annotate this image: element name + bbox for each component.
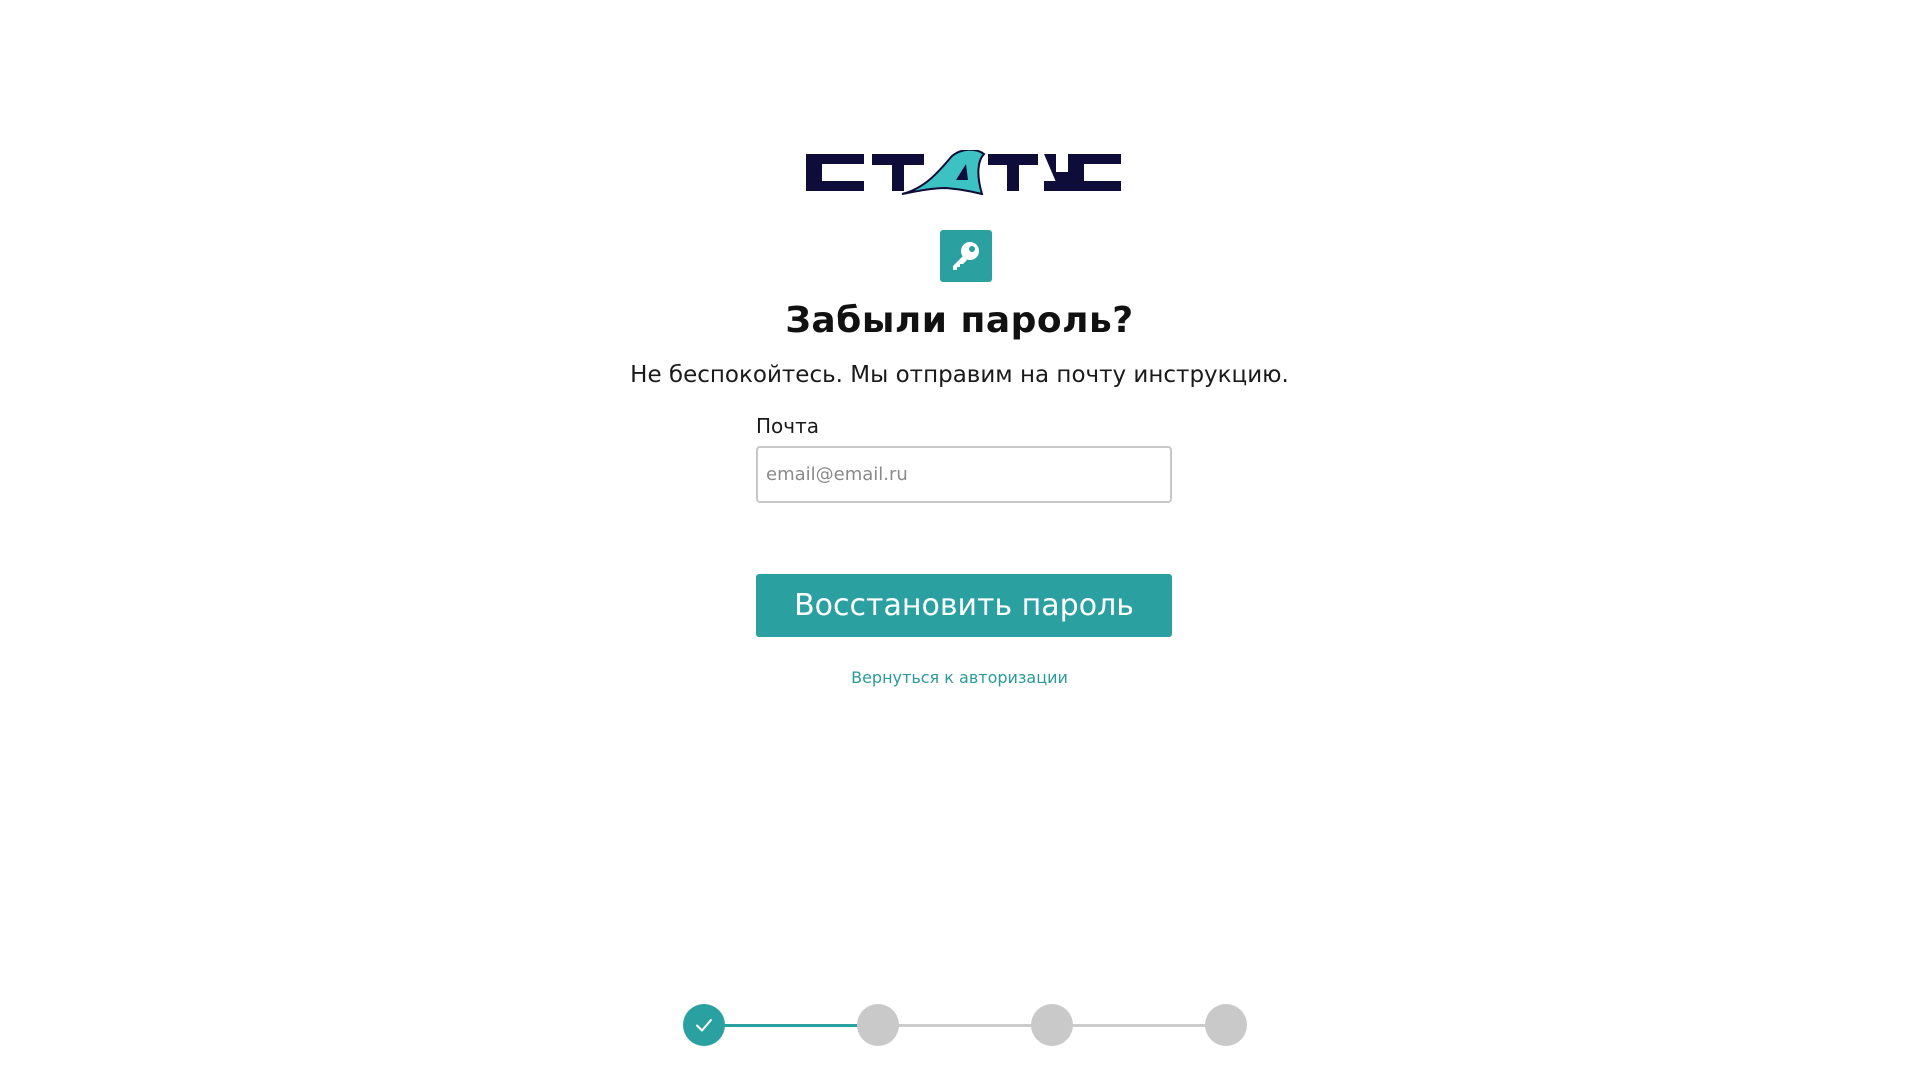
- page-title: Забыли пароль?: [785, 300, 1134, 341]
- forgot-password-page: Забыли пароль? Не беспокойтесь. Мы отпра…: [0, 0, 1919, 1079]
- step-connector-1: [723, 1024, 859, 1027]
- step-connector-3: [1071, 1024, 1207, 1027]
- key-badge: [940, 230, 992, 282]
- step-4: [1205, 1004, 1247, 1046]
- check-icon: [696, 1019, 712, 1032]
- step-1: [683, 1004, 725, 1046]
- step-2: [857, 1004, 899, 1046]
- email-field[interactable]: [756, 446, 1172, 503]
- email-label: Почта: [756, 414, 819, 438]
- key-icon: [953, 242, 979, 270]
- step-3: [1031, 1004, 1073, 1046]
- back-to-login-link[interactable]: Вернуться к авторизации: [851, 668, 1068, 687]
- status-logo: [806, 150, 1121, 195]
- step-connector-2: [897, 1024, 1033, 1027]
- restore-password-button[interactable]: Восстановить пароль: [756, 574, 1172, 637]
- back-link-wrapper: Вернуться к авторизации: [0, 668, 1919, 687]
- progress-stepper: [683, 1004, 1247, 1046]
- page-subtitle: Не беспокойтесь. Мы отправим на почту ин…: [630, 362, 1289, 388]
